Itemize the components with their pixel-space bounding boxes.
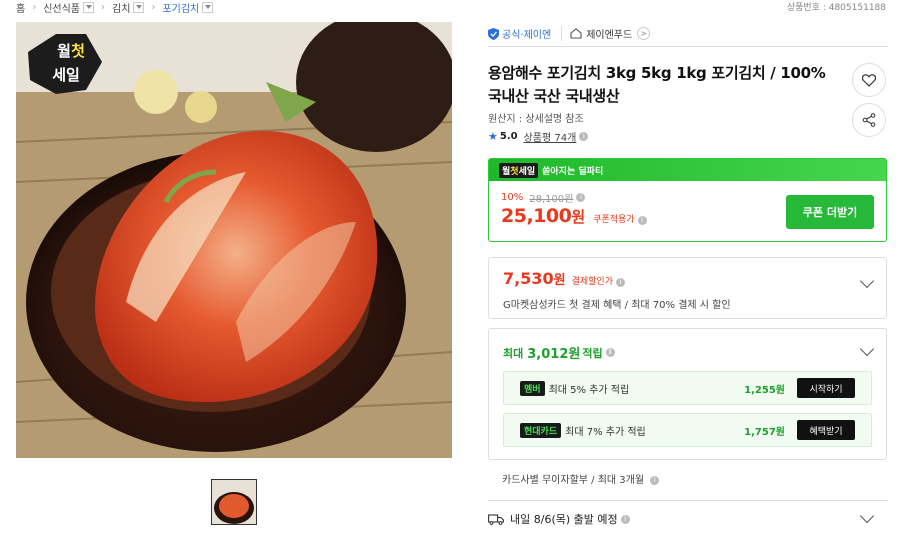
chevron-down-icon[interactable] [859, 508, 875, 524]
breadcrumb: 홈 › 신선식품 › 김치 › 포기김치 [16, 0, 214, 15]
deal-headline: 쏟아지는 딜파티 [542, 166, 604, 177]
info-icon[interactable]: i [615, 278, 625, 287]
points-title[interactable]: 최대 3,012원 적립 i [503, 343, 615, 362]
chevron-down-icon[interactable] [133, 1, 145, 13]
info-icon[interactable]: i [650, 475, 660, 485]
product-thumbnail[interactable] [211, 479, 257, 525]
deal-box: 월첫세일 쏟아지는 딜파티 10% 28,100원 i 25,100 원 쿠폰적… [488, 158, 887, 242]
point-row-text: 최대 5% 추가 적립 [548, 384, 630, 396]
point-row-text: 최대 7% 추가 적립 [565, 426, 646, 438]
badge-text-top: 월 [57, 42, 71, 60]
card-discount-description: G마켓삼성카드 첫 결제 혜택 / 최대 70% 결제 시 할인 [503, 300, 731, 311]
info-icon[interactable]: i [579, 132, 589, 141]
points-box: 최대 3,012원 적립 i 멤버 최대 5% 추가 적립 1,255원 시작하… [488, 328, 887, 460]
official-store-link[interactable]: 공식·제이엔 [488, 26, 563, 41]
get-benefit-button[interactable]: 혜택받기 [797, 420, 855, 440]
official-badge-icon [488, 27, 499, 40]
breadcrumb-pogi-kimchi[interactable]: 포기김치 [162, 0, 214, 15]
official-label: 공식·제이엔 [502, 30, 552, 41]
product-title: 용암해수 포기김치 3kg 5kg 1kg 포기김치 / 100% 국내산 국산… [488, 64, 826, 105]
price-unit: 원 [571, 208, 586, 226]
start-membership-button[interactable]: 시작하기 [797, 378, 855, 398]
coupon-price-label: 쿠폰적용가 [593, 215, 635, 225]
shipping-info[interactable]: 내일 8/6(목) 출발 예정 i [488, 511, 630, 527]
chevron-right-icon: > [637, 27, 651, 40]
reviews-link[interactable]: 상품평 74개 [524, 129, 577, 144]
store-row: 공식·제이엔 제이엔푸드 > [488, 21, 888, 47]
breadcrumb-home[interactable]: 홈 [16, 0, 25, 15]
price-unit: 원 [553, 273, 566, 288]
info-icon[interactable]: i [576, 193, 586, 202]
get-coupon-button[interactable]: 쿠폰 더받기 [786, 195, 874, 229]
point-row-hyundai-card: 현대카드 최대 7% 추가 적립 1,757원 혜택받기 [503, 413, 872, 447]
card-discount-box[interactable]: 7,530 원 결제할인가 i G마켓삼성카드 첫 결제 혜택 / 최대 70%… [488, 257, 887, 319]
product-main-image[interactable]: 월 첫 세일 [16, 22, 452, 458]
breadcrumb-label: 신선식품 [43, 3, 81, 15]
breadcrumb-separator: › [32, 1, 37, 13]
share-icon [862, 113, 876, 127]
breadcrumb-separator: › [151, 1, 156, 13]
shipping-text: 내일 8/6(목) 출발 예정 [510, 513, 618, 526]
truck-icon [488, 513, 504, 525]
chevron-down-icon[interactable] [859, 341, 875, 357]
star-icon: ★ [488, 130, 498, 143]
info-icon[interactable]: i [605, 348, 615, 357]
card-discount-label: 결제할인가 [571, 277, 613, 287]
coupon-price-row: 25,100 원 쿠폰적용가 i [501, 205, 647, 227]
breadcrumb-kimchi[interactable]: 김치 [112, 0, 145, 15]
coupon-price: 25,100 [501, 205, 572, 227]
wishlist-button[interactable] [852, 63, 886, 97]
discount-percent: 10% [501, 192, 524, 203]
share-button[interactable] [852, 103, 886, 137]
hyundai-card-badge: 현대카드 [520, 422, 562, 438]
rating-score: 5.0 [499, 131, 518, 142]
deal-header: 월첫세일 쏟아지는 딜파티 [489, 159, 886, 181]
point-row-amount: 1,255원 [744, 384, 785, 396]
origin-info: 원산지 : 상세설명 참조 [488, 114, 584, 125]
rating: ★ 5.0 상품평 74개 i [488, 129, 589, 144]
info-icon[interactable]: i [637, 216, 647, 225]
breadcrumb-label: 김치 [112, 3, 131, 15]
divider [488, 500, 888, 501]
chevron-down-icon[interactable] [83, 1, 95, 13]
point-row-membership: 멤버 최대 5% 추가 적립 1,255원 시작하기 [503, 371, 872, 405]
breadcrumb-fresh-food[interactable]: 신선식품 [43, 0, 95, 15]
point-row-amount: 1,757원 [744, 426, 785, 438]
original-price: 28,100원 [529, 194, 574, 205]
product-number: 상품번호 : 4805151188 [786, 3, 886, 13]
chevron-down-icon[interactable] [202, 1, 214, 13]
membership-badge: 멤버 [520, 380, 545, 396]
store-link[interactable]: 제이엔푸드 > [562, 26, 651, 41]
points-max-amount: 3,012원 [527, 347, 581, 362]
installment-info: 카드사별 무이자할부 / 최대 3개월 i [502, 471, 660, 486]
info-icon[interactable]: i [620, 514, 630, 524]
home-icon [570, 28, 582, 39]
card-discount-price-row: 7,530 원 결제할인가 i [503, 269, 625, 288]
store-name: 제이엔푸드 [586, 30, 633, 41]
chevron-down-icon[interactable] [859, 273, 875, 289]
breadcrumb-label: 포기김치 [162, 3, 200, 15]
kimchi-photo: 월 첫 세일 [16, 22, 452, 458]
discount-row: 10% 28,100원 i [501, 190, 586, 205]
card-discount-price: 7,530 [503, 269, 554, 288]
badge-text-bottom: 세일 [52, 66, 80, 84]
heart-icon [862, 73, 876, 87]
monthly-sale-logo: 월첫세일 [499, 162, 539, 178]
breadcrumb-separator: › [101, 1, 106, 13]
breadcrumb-label: 홈 [16, 3, 26, 15]
badge-text-mid: 첫 [71, 42, 85, 60]
